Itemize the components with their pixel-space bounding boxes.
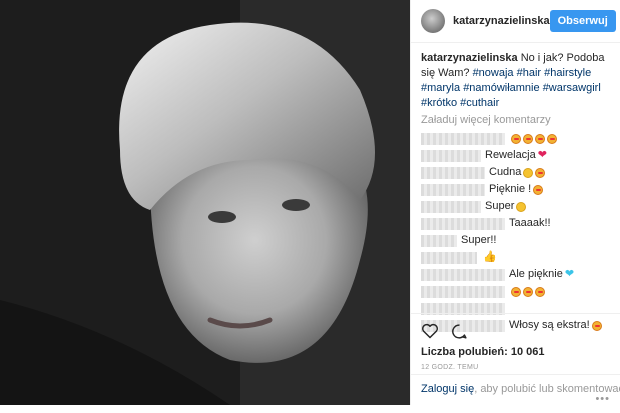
hashtag-link[interactable]: #maryla <box>421 82 460 94</box>
heart-eyes-emoji-icon <box>535 133 545 144</box>
login-prompt: Zaloguj się, aby polubić lub skomentować… <box>411 374 620 413</box>
hashtag-link[interactable]: #hairstyle <box>544 67 591 79</box>
comment-text: Super <box>485 200 515 212</box>
heart-eyes-emoji-icon <box>523 133 533 144</box>
comment <box>421 283 610 300</box>
comment-text: Ale pięknie <box>509 268 563 280</box>
portrait-image <box>0 0 410 405</box>
blurred-username <box>421 149 481 162</box>
blurred-username <box>421 251 477 264</box>
blurred-username <box>421 234 457 247</box>
likes-count[interactable]: Liczba polubień: 10 061 <box>421 346 610 358</box>
avatar[interactable] <box>421 9 445 33</box>
comment-text: Taaaak!! <box>509 217 551 229</box>
login-link[interactable]: Zaloguj się <box>421 383 474 395</box>
comment: Taaaak!! <box>421 215 610 232</box>
instagram-post: katarzynazielinska Obserwuj katarzynazie… <box>0 0 620 405</box>
comment: Ale pięknie ❤ <box>421 266 610 283</box>
blurred-username <box>421 183 485 196</box>
hashtag-link[interactable]: #nowaja <box>473 67 514 79</box>
caption: katarzynazielinska No i jak? Podoba się … <box>411 43 620 111</box>
post-actions: Liczba polubień: 10 061 12 GODZ. TEMU <box>411 313 620 371</box>
comment-text: Pięknie ! <box>489 183 532 195</box>
login-prompt-text: , aby polubić lub skomentować. <box>474 383 620 395</box>
heart-eyes-emoji-icon <box>533 184 544 195</box>
smile-emoji-icon <box>516 201 527 212</box>
heart-eyes-emoji-icon <box>535 167 546 178</box>
blurred-username <box>421 200 481 213</box>
thumbs-up-emoji-icon: 👍 <box>483 251 497 263</box>
comment: 👍 <box>421 249 610 266</box>
comment: Super!! <box>421 232 610 249</box>
heart-eyes-emoji-icon <box>511 133 521 144</box>
post-header: katarzynazielinska Obserwuj <box>411 0 620 43</box>
blurred-username <box>421 166 485 179</box>
comment-icon[interactable] <box>451 323 468 340</box>
blue-heart-emoji-icon: ❤ <box>564 268 575 280</box>
hashtag-link[interactable]: #namówiłamnie <box>463 82 539 94</box>
like-heart-icon[interactable] <box>421 323 439 339</box>
red-heart-emoji-icon: ❤ <box>537 149 547 161</box>
hashtag-link[interactable]: #hair <box>517 67 541 79</box>
post-photo[interactable] <box>0 0 410 405</box>
comment: Cudna <box>421 164 610 181</box>
blurred-username <box>421 217 505 230</box>
comment: Rewelacja ❤ <box>421 147 610 164</box>
heart-eyes-emoji-icon <box>547 133 557 144</box>
smile-emoji-icon <box>523 167 534 178</box>
caption-username[interactable]: katarzynazielinska <box>421 52 518 64</box>
comment: Pięknie ! <box>421 181 610 198</box>
comments-list: Rewelacja ❤ Cudna Pięknie ! Super Taaaak… <box>411 130 620 334</box>
action-icons <box>421 320 610 342</box>
username-link[interactable]: katarzynazielinska <box>453 15 550 27</box>
comment-text: Cudna <box>489 166 522 178</box>
comment-text: Rewelacja <box>485 149 536 161</box>
hashtag-link[interactable]: #warsawgirl <box>543 82 601 94</box>
heart-eyes-emoji-icon <box>523 286 533 297</box>
heart-eyes-emoji-icon <box>511 286 521 297</box>
post-timestamp: 12 GODZ. TEMU <box>421 364 479 371</box>
heart-eyes-emoji-icon <box>535 286 545 297</box>
hashtag-link[interactable]: #cuthair <box>460 97 499 109</box>
follow-button[interactable]: Obserwuj <box>549 10 616 32</box>
comment: Super <box>421 198 610 215</box>
load-more-comments[interactable]: Załaduj więcej komentarzy <box>411 111 620 130</box>
blurred-username <box>421 132 505 145</box>
blurred-username <box>421 285 505 298</box>
comment <box>421 130 610 147</box>
hashtag-link[interactable]: #krótko <box>421 97 457 109</box>
blurred-username <box>421 268 505 281</box>
post-sidebar: katarzynazielinska Obserwuj katarzynazie… <box>410 0 620 405</box>
comment-text: Super!! <box>461 234 497 246</box>
